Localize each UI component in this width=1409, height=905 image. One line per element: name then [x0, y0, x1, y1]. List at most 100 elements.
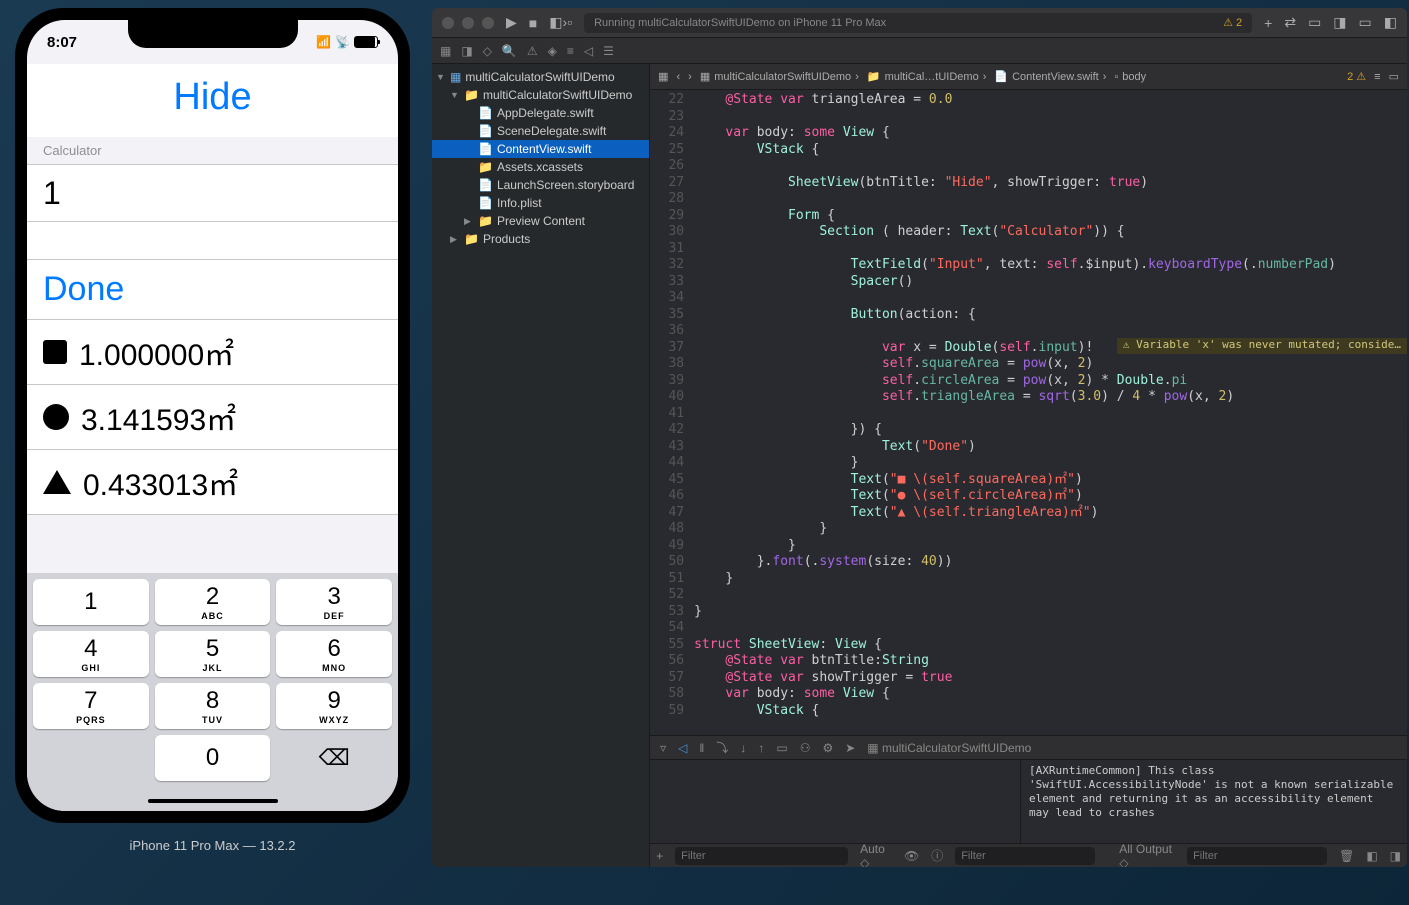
console-filter[interactable]	[1187, 847, 1327, 865]
trash-icon[interactable]: 🗑	[1339, 849, 1354, 863]
key-1[interactable]: 1	[33, 579, 149, 625]
find-navigator-icon[interactable]: 🔍	[502, 44, 517, 58]
jump-back-icon[interactable]: ‹	[677, 71, 681, 83]
jump-bar[interactable]: ▦ ‹ › ▦ multiCalculatorSwiftUIDemo › 📁 m…	[650, 64, 1407, 90]
key-5[interactable]: 5JKL	[155, 631, 271, 677]
key-2[interactable]: 2ABC	[155, 579, 271, 625]
result-triangle: 0.433013㎡	[27, 450, 398, 515]
location-icon[interactable]: ➤	[845, 741, 855, 755]
breakpoints-icon[interactable]: ◁	[678, 741, 687, 755]
symbol-navigator-icon[interactable]: ◇	[483, 44, 492, 58]
folder-products[interactable]: ▶📁 Products	[432, 230, 649, 248]
panel-bottom-icon[interactable]: ▭	[1359, 14, 1372, 31]
navigator-filter[interactable]	[675, 847, 848, 865]
key-7[interactable]: 7PQRS	[33, 683, 149, 729]
file-contentview[interactable]: 📄ContentView.swift	[432, 140, 649, 158]
square-icon	[43, 340, 67, 364]
done-button[interactable]: Done	[27, 260, 398, 320]
spacer	[27, 222, 398, 260]
project-navigator-icon[interactable]: ▦	[440, 44, 451, 58]
jump-layout-icon[interactable]: ▦	[658, 70, 668, 83]
project-root[interactable]: ▼▦ multiCalculatorSwiftUIDemo	[432, 68, 649, 86]
test-navigator-icon[interactable]: ◈	[548, 44, 557, 58]
project-navigator[interactable]: ▼▦ multiCalculatorSwiftUIDemo ▼📁 multiCa…	[432, 64, 650, 867]
input-row[interactable]	[27, 164, 398, 222]
report-navigator-icon[interactable]: ☰	[603, 44, 614, 58]
key-0[interactable]: 0	[155, 735, 271, 781]
stop-button[interactable]: ■	[529, 15, 537, 31]
folder-previewcontent[interactable]: ▶📁 Preview Content	[432, 212, 649, 230]
jump-warnings[interactable]: 2 ⚠	[1347, 70, 1366, 83]
file-infoplist[interactable]: 📄Info.plist	[432, 194, 649, 212]
info-icon[interactable]: ⓘ	[931, 847, 943, 864]
quicklook-icon[interactable]: 👁	[904, 849, 919, 863]
jump-forward-icon[interactable]: ›	[688, 71, 692, 83]
split-left-icon[interactable]: ◧	[1366, 849, 1377, 863]
close-icon[interactable]	[442, 17, 454, 29]
debug-target[interactable]: ▦ multiCalculatorSwiftUIDemo	[867, 741, 1031, 755]
file-appdelegate[interactable]: 📄AppDelegate.swift	[432, 104, 649, 122]
result-circle: 3.141593㎡	[27, 385, 398, 450]
debug-navigator-icon[interactable]: ≡	[567, 44, 574, 58]
pause-icon[interactable]: ‖	[699, 741, 704, 755]
variables-view[interactable]	[650, 760, 1021, 843]
step-over-icon[interactable]: ⤵	[716, 739, 728, 756]
calculator-input[interactable]	[43, 175, 382, 212]
split-right-icon[interactable]: ◨	[1390, 849, 1401, 863]
editor-lines-icon[interactable]: ≡	[1374, 71, 1380, 83]
minimize-icon[interactable]	[462, 17, 474, 29]
source-control-icon[interactable]: ◨	[461, 44, 472, 58]
add-icon[interactable]: +	[1264, 15, 1272, 31]
step-out-icon[interactable]: ↑	[758, 741, 764, 755]
panel-left-icon[interactable]: ◨	[1333, 14, 1346, 31]
jump-group[interactable]: 📁 multiCal…tUIDemo ›	[867, 70, 987, 83]
key-3[interactable]: 3DEF	[276, 579, 392, 625]
breakpoint-navigator-icon[interactable]: ◁	[584, 44, 593, 58]
code-review-icon[interactable]: ⇄	[1284, 14, 1296, 31]
output-scope[interactable]: All Output ◇	[1119, 842, 1175, 868]
zoom-icon[interactable]	[482, 17, 494, 29]
panel-right-icon[interactable]: ◧	[1384, 14, 1397, 31]
code-content[interactable]: @State var triangleArea = 0.0 var body: …	[694, 90, 1407, 735]
activity-status: Running multiCalculatorSwiftUIDemo on iP…	[584, 13, 1252, 33]
environment-icon[interactable]: ⚙	[822, 741, 833, 755]
inline-warning[interactable]: ⚠ Variable 'x' was never mutated; consid…	[1117, 338, 1407, 354]
traffic-lights[interactable]	[442, 17, 494, 29]
editor-area: ▦ ‹ › ▦ multiCalculatorSwiftUIDemo › 📁 m…	[650, 64, 1407, 867]
file-assets[interactable]: 📁Assets.xcassets	[432, 158, 649, 176]
memory-graph-icon[interactable]: ⚇	[800, 741, 811, 755]
triangle-value: 0.433013㎡	[83, 460, 238, 504]
warning-count[interactable]: ⚠ 2	[1223, 16, 1242, 29]
issue-navigator-icon[interactable]: ⚠	[527, 44, 538, 58]
step-into-icon[interactable]: ↓	[740, 741, 746, 755]
jump-file[interactable]: 📄 ContentView.swift ›	[994, 70, 1106, 83]
library-icon[interactable]: ▭	[1308, 14, 1321, 31]
jump-symbol[interactable]: ▫ body	[1114, 71, 1146, 83]
key-9[interactable]: 9WXYZ	[276, 683, 392, 729]
key-8[interactable]: 8TUV	[155, 683, 271, 729]
project-group[interactable]: ▼📁 multiCalculatorSwiftUIDemo	[432, 86, 649, 104]
debug-bottom-bar: + Auto ◇ 👁 ⓘ All Output ◇ 🗑 ◧ ◨	[650, 843, 1407, 867]
debug-view-icon[interactable]: ▭	[776, 741, 787, 755]
console-output[interactable]: [AXRuntimeCommon] This class 'SwiftUI.Ac…	[1021, 760, 1407, 843]
phone-screen: 8:07 📶 📡 Hide Calculator Done 1.000000㎡ …	[27, 20, 398, 811]
simulator-device-label: iPhone 11 Pro Max — 13.2.2	[15, 838, 410, 853]
hide-button[interactable]: Hide	[27, 64, 398, 137]
key-6[interactable]: 6MNO	[276, 631, 392, 677]
file-launchscreen[interactable]: 📄LaunchScreen.storyboard	[432, 176, 649, 194]
navigator-tabbar: ▦ ◨ ◇ 🔍 ⚠ ◈ ≡ ◁ ☰	[432, 38, 1407, 64]
variables-filter[interactable]	[955, 847, 1095, 865]
auto-scope[interactable]: Auto ◇	[860, 842, 892, 868]
home-indicator[interactable]	[148, 799, 278, 803]
code-editor[interactable]: 22 23 24 25 26 27 28 29 30 31 32 33 34 3…	[650, 90, 1407, 735]
editor-options-icon[interactable]: ▭	[1389, 70, 1399, 83]
key-4[interactable]: 4GHI	[33, 631, 149, 677]
jump-project[interactable]: ▦ multiCalculatorSwiftUIDemo ›	[700, 70, 859, 83]
key-backspace[interactable]: ⌫	[276, 735, 392, 781]
run-button[interactable]: ▶	[506, 14, 517, 31]
file-scenedelegate[interactable]: 📄SceneDelegate.swift	[432, 122, 649, 140]
scheme-selector[interactable]: ◧›▫	[549, 14, 572, 31]
section-header: Calculator	[27, 137, 398, 164]
hide-debug-icon[interactable]: ▿	[660, 741, 666, 755]
add-expression-icon[interactable]: +	[656, 849, 663, 863]
